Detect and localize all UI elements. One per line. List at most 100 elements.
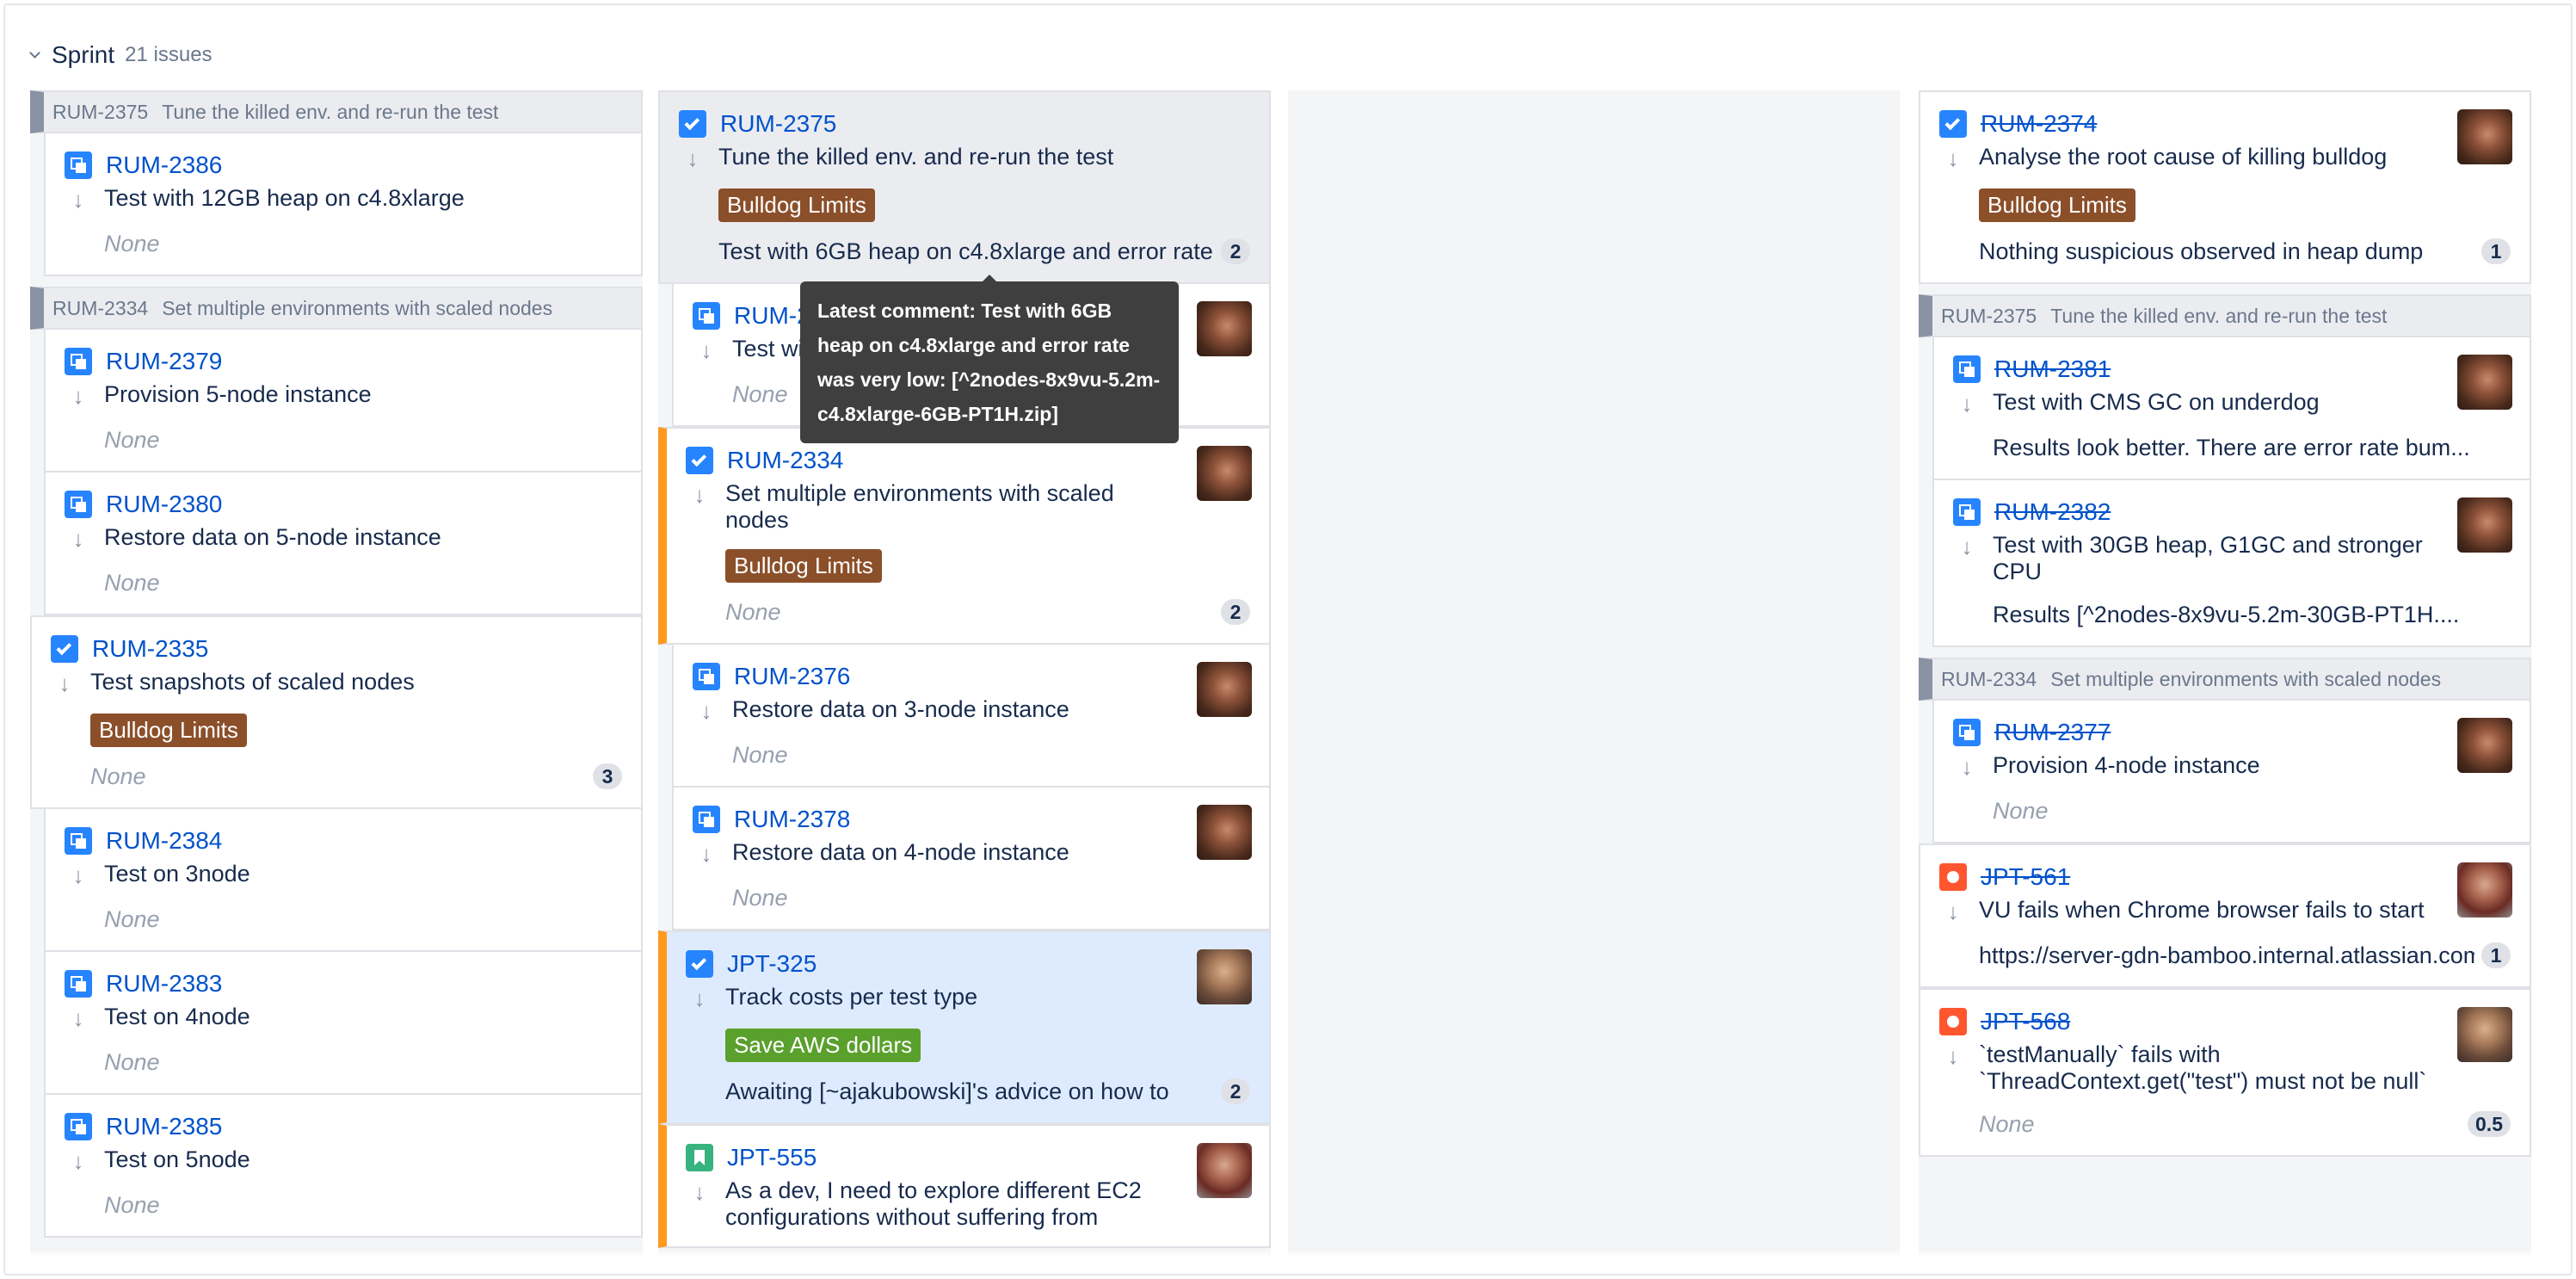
priority-low-arrow-icon: ↓ — [72, 383, 84, 409]
issue-card[interactable]: RUM-2382 ↓ Test with 30GB heap, G1GC and s… — [1932, 480, 2531, 647]
issue-summary: Test snapshots of scaled nodes — [90, 669, 415, 695]
story-points-badge: 3 — [593, 763, 622, 789]
parent-issue-header[interactable]: RUM-2375 Tune the killed env. and re-run … — [30, 90, 643, 133]
latest-comment-tooltip: Latest comment: Test with 6GB heap on c4… — [800, 275, 1179, 443]
issue-key-link[interactable]: RUM-2377 — [1994, 719, 2111, 746]
card-footer: None 0.5 — [1979, 1109, 2511, 1140]
issue-key-link[interactable]: RUM-2381 — [1994, 355, 2111, 383]
story-points-badge: 1 — [2481, 942, 2511, 968]
epic-label[interactable]: Bulldog Limits — [725, 549, 882, 583]
card-header: RUM-2375 — [679, 108, 1250, 140]
assignee-avatar[interactable] — [1197, 301, 1252, 356]
sprint-issue-count: 21 issues — [125, 43, 213, 66]
issue-card[interactable]: RUM-2379 ↓ Provision 5-node instance None — [44, 330, 643, 473]
issue-key-link[interactable]: RUM-2384 — [106, 827, 222, 855]
bug-icon — [1939, 1008, 1967, 1035]
sprint-header[interactable]: Sprint 21 issues — [29, 38, 213, 72]
issue-card[interactable]: RUM-2375 ↓ Tune the killed env. and re-run… — [658, 90, 1271, 284]
card-footer: None — [104, 904, 622, 935]
subtask-icon — [65, 827, 92, 855]
issue-key-link[interactable]: RUM-2385 — [106, 1113, 222, 1140]
issue-key-link[interactable]: RUM-2380 — [106, 491, 222, 518]
issue-key-link[interactable]: JPT-568 — [1981, 1008, 2070, 1035]
assignee-avatar[interactable] — [1197, 949, 1252, 1004]
latest-comment-text: None — [732, 741, 788, 768]
assignee-avatar[interactable] — [1197, 805, 1252, 860]
parent-issue-key[interactable]: RUM-2334 — [52, 297, 148, 320]
assignee-avatar[interactable] — [2457, 1007, 2512, 1062]
issue-summary: Test with 12GB heap on c4.8xlarge — [104, 185, 465, 211]
card-header: RUM-2381 — [1953, 353, 2511, 386]
issue-card[interactable]: RUM-2374 ↓ Analyse the root cause of killi… — [1919, 90, 2531, 284]
issue-card[interactable]: JPT-555 ↓ As a dev, I need to explore diff… — [658, 1124, 1271, 1248]
issue-summary: Test on 4node — [104, 1004, 250, 1029]
issue-key-link[interactable]: RUM-2376 — [734, 663, 850, 690]
parent-issue-key[interactable]: RUM-2375 — [1941, 305, 2037, 328]
issue-card[interactable]: JPT-568 ↓ `testManually` fails with `Threa… — [1919, 988, 2531, 1157]
assignee-avatar[interactable] — [1197, 446, 1252, 501]
epic-label[interactable]: Bulldog Limits — [718, 188, 875, 222]
sprint-title: Sprint — [52, 41, 115, 68]
issue-key-link[interactable]: RUM-2382 — [1994, 498, 2111, 526]
card-footer: None — [104, 567, 622, 598]
epic-label[interactable]: Save AWS dollars — [725, 1029, 921, 1062]
parent-issue-header[interactable]: RUM-2334 Set multiple environments with s… — [1919, 658, 2531, 701]
issue-summary: Test on 5node — [104, 1146, 250, 1172]
check-icon — [691, 955, 707, 970]
assignee-avatar[interactable] — [2457, 355, 2512, 410]
epic-label[interactable]: Bulldog Limits — [90, 714, 247, 747]
assignee-avatar[interactable] — [1197, 662, 1252, 717]
assignee-avatar[interactable] — [2457, 497, 2512, 553]
latest-comment-text: None — [90, 763, 146, 789]
priority-low-arrow-icon: ↓ — [72, 862, 84, 888]
issue-card[interactable]: RUM-2381 ↓ Test with CMS GC on underdog Res… — [1932, 337, 2531, 480]
assignee-avatar[interactable] — [2457, 109, 2512, 164]
assignee-avatar[interactable] — [2457, 862, 2512, 918]
issue-card[interactable]: RUM-2384 ↓ Test on 3node None — [44, 809, 643, 952]
issue-card[interactable]: RUM-2385 ↓ Test on 5node None — [44, 1095, 643, 1238]
issue-key-link[interactable]: RUM-2375 — [720, 110, 836, 138]
parent-issue-key[interactable]: RUM-2334 — [1941, 668, 2037, 691]
card-footer: Results [^2nodes-8x9vu-5.2m-30GB-PT1H...… — [1993, 599, 2511, 630]
assignee-avatar[interactable] — [1197, 1143, 1252, 1198]
issue-key-link[interactable]: RUM-2374 — [1981, 110, 2097, 138]
issue-key-link[interactable]: JPT-561 — [1981, 863, 2070, 891]
issue-key-link[interactable]: RUM-2386 — [106, 151, 222, 179]
issue-card[interactable]: RUM-2335 ↓ Test snapshots of scaled nodes B… — [30, 615, 643, 809]
subtask-icon — [65, 151, 92, 179]
card-header: RUM-2334 — [686, 444, 1250, 477]
parent-issue-key[interactable]: RUM-2375 — [52, 101, 148, 124]
latest-comment-text: Results [^2nodes-8x9vu-5.2m-30GB-PT1H...… — [1993, 601, 2460, 627]
issue-key-link[interactable]: RUM-2335 — [92, 635, 208, 663]
issue-key-link[interactable]: JPT-555 — [727, 1144, 817, 1171]
bug-icon — [1939, 863, 1967, 891]
parent-issue-summary: Tune the killed env. and re-run the test — [2050, 304, 2388, 327]
card-header: JPT-555 — [686, 1141, 1250, 1174]
subtask-icon — [1953, 498, 1981, 526]
issue-key-link[interactable]: RUM-2378 — [734, 806, 850, 833]
column-scroll-fade — [30, 1250, 643, 1257]
epic-label[interactable]: Bulldog Limits — [1979, 188, 2135, 222]
issue-card[interactable]: RUM-2386 ↓ Test with 12GB heap on c4.8xlar… — [44, 133, 643, 276]
issue-key-link[interactable]: JPT-325 — [727, 950, 817, 978]
issue-card[interactable]: JPT-325 ↓ Track costs per test type Save AW… — [658, 930, 1271, 1124]
issue-key-link[interactable]: RUM-2383 — [106, 970, 222, 998]
issue-card[interactable]: RUM-2377 ↓ Provision 4-node instance None — [1932, 701, 2531, 843]
issue-card[interactable]: RUM-2383 ↓ Test on 4node None — [44, 952, 643, 1095]
card-header: RUM-2335 — [51, 633, 622, 665]
card-summary-row: ↓ Provision 5-node instance — [65, 381, 622, 411]
issue-key-link[interactable]: RUM-2334 — [727, 447, 843, 474]
card-summary-row: ↓ Analyse the root cause of killing bulld… — [1939, 144, 2511, 173]
issue-key-link[interactable]: RUM-2379 — [106, 348, 222, 375]
issue-card[interactable]: RUM-2378 ↓ Restore data on 4-node instance… — [672, 788, 1271, 930]
parent-issue-header[interactable]: RUM-2334 Set multiple environments with s… — [30, 287, 643, 330]
chevron-down-icon[interactable] — [29, 49, 41, 61]
issue-card[interactable]: RUM-2376 ↓ Restore data on 3-node instance… — [672, 645, 1271, 788]
issue-card[interactable]: JPT-561 ↓ VU fails when Chrome browser fai… — [1919, 843, 2531, 988]
issue-card[interactable]: RUM-2380 ↓ Restore data on 5-node instance… — [44, 473, 643, 615]
check-icon — [1944, 114, 1961, 130]
issue-summary: Track costs per test type — [725, 984, 978, 1010]
parent-issue-header[interactable]: RUM-2375 Tune the killed env. and re-run … — [1919, 294, 2531, 337]
assignee-avatar[interactable] — [2457, 718, 2512, 773]
issue-card[interactable]: RUM-2334 ↓ Set multiple environments with … — [658, 427, 1271, 645]
